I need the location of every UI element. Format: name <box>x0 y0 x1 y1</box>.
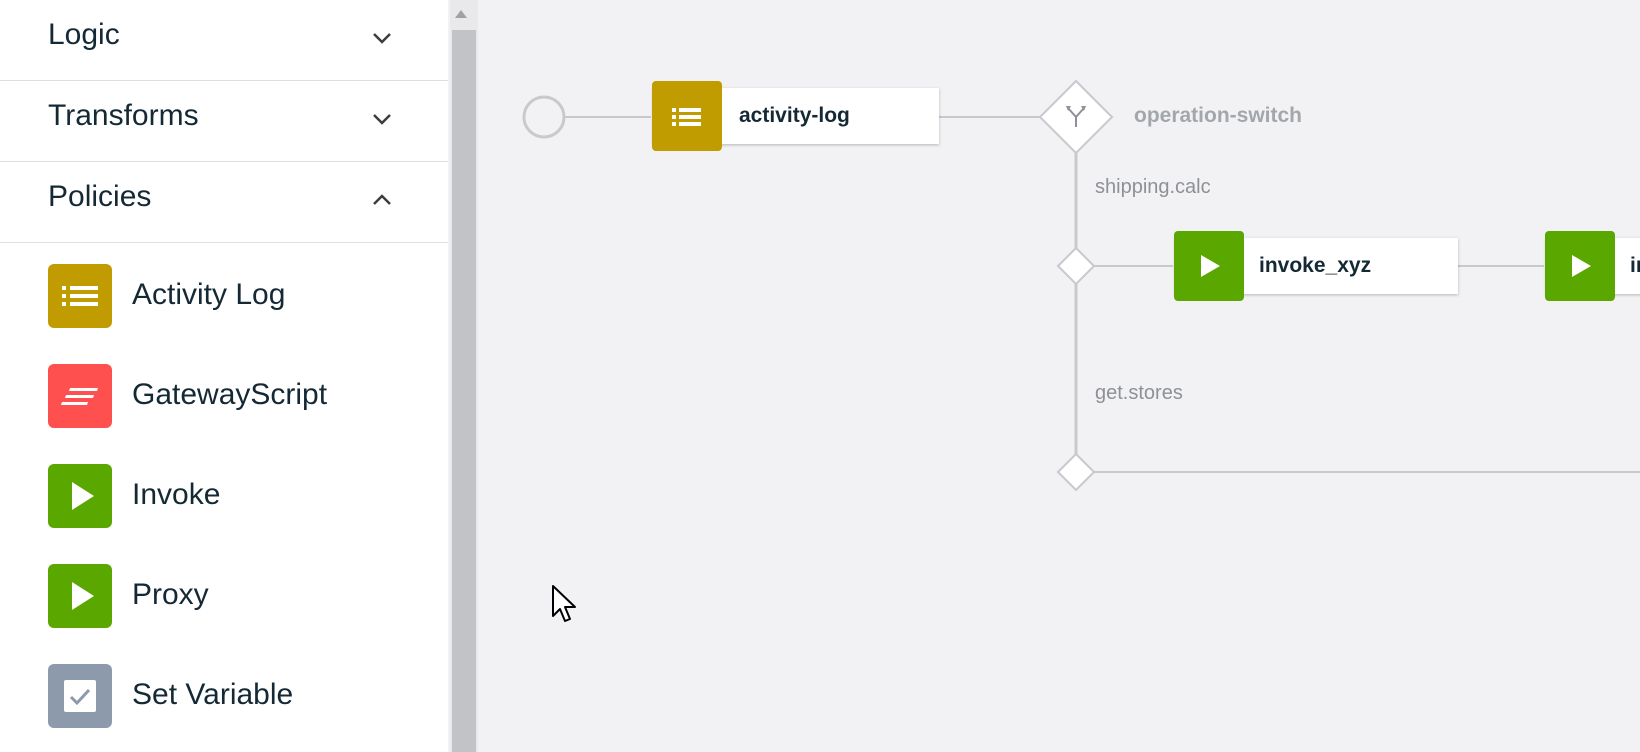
mouse-cursor-icon <box>552 585 576 622</box>
chevron-up-icon[interactable] <box>370 188 394 212</box>
policy-proxy[interactable]: Proxy <box>0 550 448 630</box>
policy-label: Activity Log <box>132 278 286 311</box>
chevron-down-icon[interactable] <box>370 26 394 50</box>
invoke-node[interactable]: in <box>1545 231 1640 301</box>
policy-invoke[interactable]: Invoke <box>0 450 448 530</box>
case-label-get-stores: get.stores <box>1095 382 1183 404</box>
list-icon <box>652 81 722 151</box>
operation-switch-label: operation-switch <box>1134 104 1303 127</box>
play-icon <box>48 564 112 628</box>
scroll-up-arrow-icon[interactable] <box>455 10 467 18</box>
case-diamond[interactable] <box>1056 452 1096 492</box>
play-icon <box>1545 231 1615 301</box>
policy-activity-log[interactable]: Activity Log <box>0 250 448 330</box>
policy-label: GatewayScript <box>132 378 328 411</box>
palette-sidebar: Logic Transforms Policies Activity Log G… <box>0 0 448 752</box>
section-policies-label: Policies <box>48 180 152 213</box>
case-label-shipping-calc: shipping.calc <box>1095 176 1211 198</box>
section-policies[interactable]: Policies <box>0 162 448 243</box>
section-transforms-label: Transforms <box>48 99 199 132</box>
policy-gatewayscript[interactable]: GatewayScript <box>0 350 448 430</box>
policy-label: Proxy <box>132 578 209 611</box>
sidebar-scrollbar[interactable] <box>450 0 478 752</box>
section-logic[interactable]: Logic <box>0 0 448 81</box>
case-diamond[interactable] <box>1056 246 1096 286</box>
policy-label: Set Variable <box>132 678 294 711</box>
start-node[interactable] <box>522 95 566 139</box>
activity-log-node[interactable]: activity-log <box>652 81 939 151</box>
node-label: activity-log <box>739 104 850 127</box>
play-icon <box>1174 231 1244 301</box>
chevron-down-icon[interactable] <box>370 107 394 131</box>
scrollbar-thumb[interactable] <box>452 30 476 752</box>
play-icon <box>48 464 112 528</box>
node-label: in <box>1630 254 1640 277</box>
list-icon <box>48 264 112 328</box>
script-icon <box>48 364 112 428</box>
node-label: invoke_xyz <box>1259 254 1372 277</box>
section-transforms[interactable]: Transforms <box>0 81 448 162</box>
section-logic-label: Logic <box>48 18 120 51</box>
policy-set-variable[interactable]: Set Variable <box>0 650 448 730</box>
checkbox-icon <box>48 664 112 728</box>
assembly-canvas[interactable]: activity-log operation-switch shipping.c… <box>478 0 1640 752</box>
policy-label: Invoke <box>132 478 221 511</box>
invoke-xyz-node[interactable]: invoke_xyz <box>1174 231 1458 301</box>
